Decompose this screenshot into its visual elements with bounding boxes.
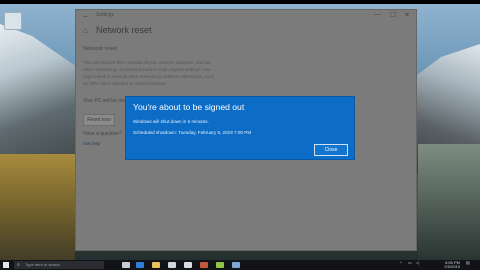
description-line: might need to reinstall other networking… <box>83 74 215 79</box>
network-icon[interactable]: ▭ <box>408 261 412 265</box>
close-icon[interactable]: ✕ <box>404 11 410 19</box>
action-center-icon[interactable]: ▤ <box>466 261 470 265</box>
volume-icon[interactable]: ◁ <box>416 261 419 265</box>
recycle-bin-icon[interactable] <box>4 12 22 30</box>
home-icon[interactable]: ⌂ <box>83 26 88 35</box>
search-icon: ⌕ <box>17 262 20 268</box>
maximize-icon[interactable]: ☐ <box>390 11 396 19</box>
dialog-close-button[interactable]: Close <box>314 144 348 156</box>
taskbar-search[interactable]: ⌕ Type here to search <box>14 261 104 269</box>
settings-gear-icon[interactable] <box>232 262 240 268</box>
tray-up-arrow-icon[interactable]: ^ <box>400 261 402 265</box>
description-line: other networking components back to thei… <box>83 67 211 72</box>
wallpaper-field-right <box>418 144 480 264</box>
dialog-title: You're about to be signed out <box>133 102 245 112</box>
task-view-icon[interactable] <box>122 262 130 268</box>
taskbar: ⌕ Type here to search ^ ▭ ◁ 6:55 PM 2/5/… <box>0 260 480 270</box>
file-explorer-icon[interactable] <box>152 262 160 268</box>
description-line: as VPN client software or virtual switch… <box>83 81 167 86</box>
store-icon[interactable] <box>168 262 176 268</box>
minimize-icon[interactable]: — <box>374 11 381 18</box>
dialog-time-line: Scheduled shutdown: Tuesday, February 5,… <box>133 130 252 135</box>
app-icon[interactable] <box>216 262 224 268</box>
clock[interactable]: 6:55 PM 2/5/2019 <box>430 261 460 269</box>
sign-out-dialog: You're about to be signed out Windows wi… <box>126 97 354 159</box>
description-line: This will remove then reinstall all your… <box>83 60 211 65</box>
back-arrow-icon[interactable]: ← <box>82 11 90 20</box>
get-help-link[interactable]: Get help <box>83 141 100 146</box>
section-title: Network reset <box>83 46 117 52</box>
settings-titlebar: ← Settings — ☐ ✕ <box>76 10 416 22</box>
reset-now-button[interactable]: Reset now <box>83 114 115 126</box>
mail-icon[interactable] <box>184 262 192 268</box>
window-title: Settings <box>96 12 115 18</box>
edge-icon[interactable] <box>136 262 144 268</box>
page-title: Network reset <box>96 25 152 35</box>
dialog-subtitle: Windows will shut down in 5 minutes. <box>133 119 209 124</box>
help-question: Have a question? <box>83 131 122 137</box>
app-icon[interactable] <box>200 262 208 268</box>
clock-date: 2/5/2019 <box>444 264 460 269</box>
search-placeholder: Type here to search <box>25 262 61 267</box>
start-button[interactable] <box>3 262 9 268</box>
wallpaper-field-left <box>0 154 75 264</box>
wallpaper-mountain-left <box>0 24 80 174</box>
